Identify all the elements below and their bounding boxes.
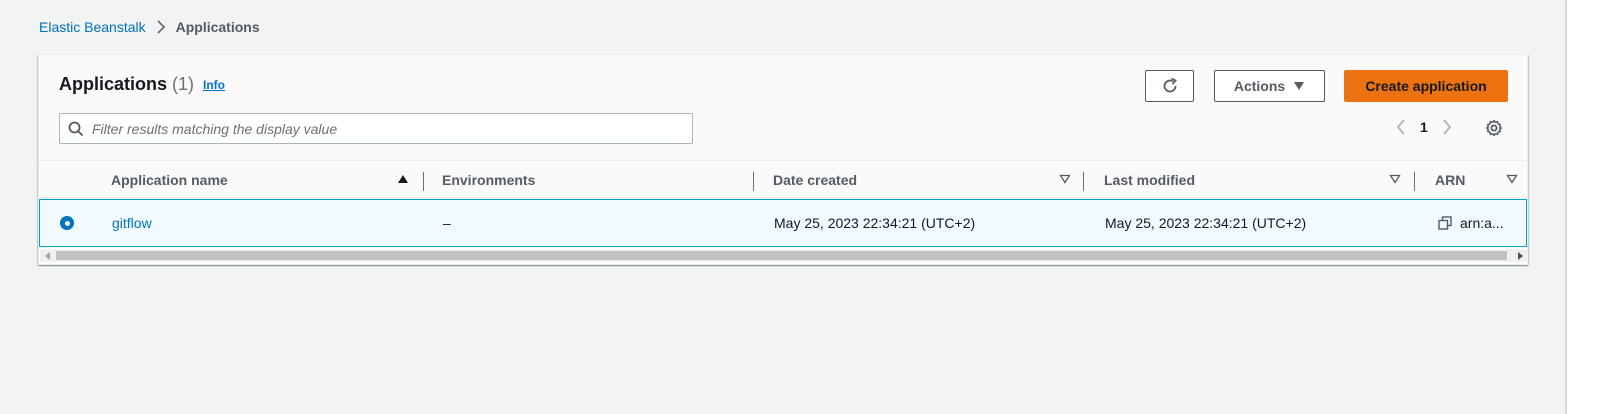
breadcrumb-current: Applications: [175, 19, 260, 35]
table-row[interactable]: gitflow – May 25, 2023 22:34:21 (UTC+2) …: [39, 199, 1527, 247]
scrollbar-thumb[interactable]: [56, 251, 1507, 260]
scroll-left-arrow-icon[interactable]: [45, 252, 51, 260]
sort-ascending-icon: [397, 174, 409, 184]
page-number[interactable]: 1: [1420, 119, 1428, 135]
horizontal-scrollbar[interactable]: [40, 249, 1528, 262]
column-header-application-name[interactable]: Application name: [111, 161, 423, 198]
create-application-button[interactable]: Create application: [1344, 70, 1508, 102]
info-link[interactable]: Info: [203, 78, 225, 92]
breadcrumb: Elastic Beanstalk Applications: [39, 19, 260, 35]
column-divider[interactable]: [753, 172, 754, 191]
date-created-cell: May 25, 2023 22:34:21 (UTC+2): [774, 215, 976, 231]
radio-selected-icon: [60, 216, 74, 230]
row-radio-button[interactable]: [60, 200, 74, 246]
chevron-right-icon: [155, 20, 167, 34]
caret-down-icon: [1293, 81, 1305, 91]
sort-unsorted-icon: [1389, 174, 1401, 184]
filter-search: [59, 113, 693, 144]
sort-unsorted-icon: [1059, 174, 1071, 184]
arn-value: arn:a...: [1460, 215, 1504, 231]
item-count: (1): [172, 74, 195, 94]
chevron-left-icon[interactable]: [1391, 118, 1411, 136]
search-input[interactable]: [92, 114, 692, 143]
arn-cell: arn:a...: [1438, 200, 1504, 246]
gear-icon[interactable]: [1485, 119, 1503, 137]
table-head: Application name Environments Date creat…: [39, 160, 1527, 198]
application-name-link[interactable]: gitflow: [112, 215, 152, 231]
actions-dropdown-button[interactable]: Actions: [1214, 70, 1325, 102]
chevron-right-icon[interactable]: [1437, 118, 1457, 136]
scroll-right-arrow-icon[interactable]: [1517, 252, 1523, 260]
copy-icon[interactable]: [1438, 216, 1452, 230]
column-header-arn[interactable]: ARN: [1435, 161, 1525, 198]
environments-cell: –: [443, 215, 451, 231]
refresh-button[interactable]: [1145, 70, 1194, 102]
page-right-strip: [1567, 0, 1602, 414]
column-header-date-created[interactable]: Date created: [773, 161, 1083, 198]
column-header-environments[interactable]: Environments: [442, 161, 752, 198]
sort-unsorted-icon: [1506, 174, 1518, 184]
page-title: Applications (1) Info: [59, 74, 225, 95]
search-icon: [68, 121, 84, 137]
refresh-icon: [1161, 77, 1179, 95]
title-text: Applications: [59, 74, 168, 94]
column-divider[interactable]: [1083, 172, 1084, 191]
column-header-last-modified[interactable]: Last modified: [1104, 161, 1414, 198]
applications-table-container: Applications (1) Info Actions Create app…: [38, 54, 1528, 265]
column-divider[interactable]: [1414, 172, 1415, 191]
column-divider[interactable]: [423, 172, 424, 191]
table-header: Applications (1) Info Actions Create app…: [39, 55, 1527, 160]
breadcrumb-elastic-beanstalk[interactable]: Elastic Beanstalk: [39, 19, 146, 35]
pagination: 1: [1391, 118, 1457, 136]
actions-label: Actions: [1233, 78, 1286, 94]
last-modified-cell: May 25, 2023 22:34:21 (UTC+2): [1105, 215, 1307, 231]
